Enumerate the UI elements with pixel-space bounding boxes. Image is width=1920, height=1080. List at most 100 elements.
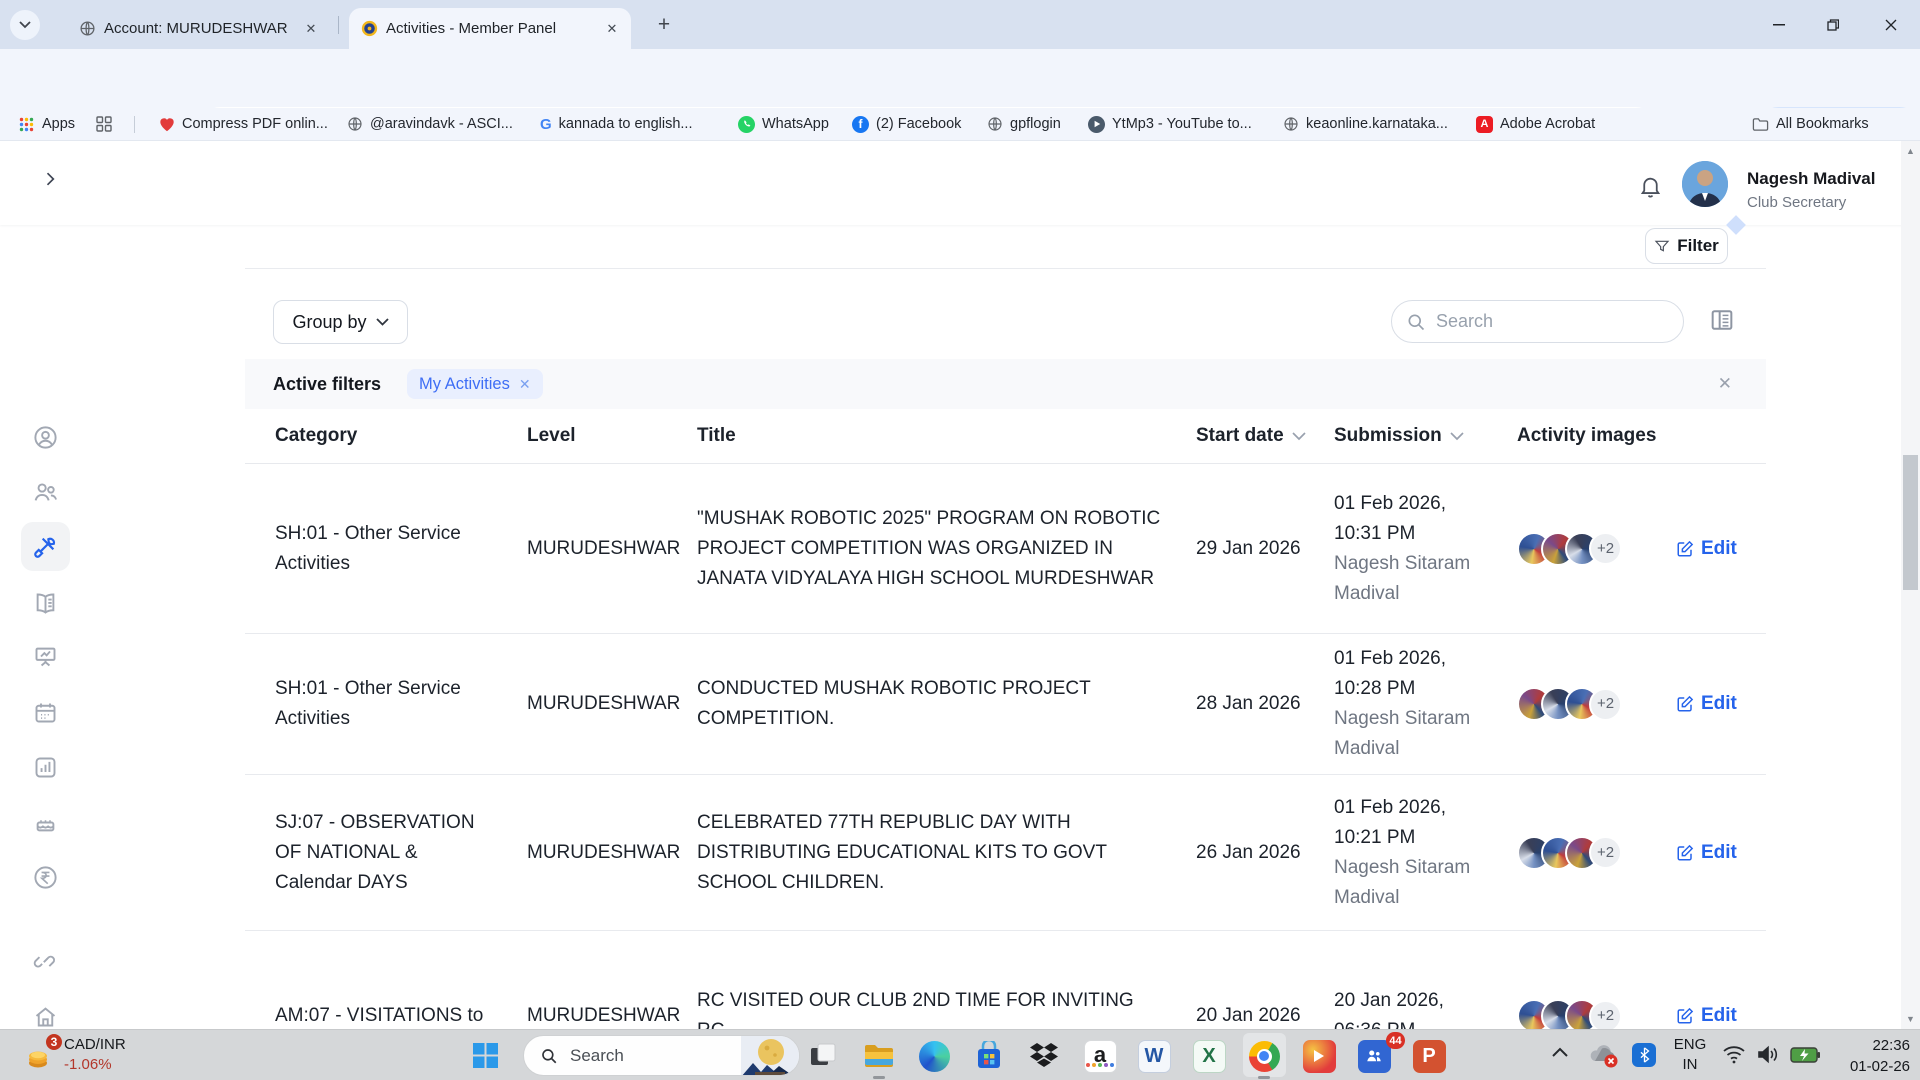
column-header-category[interactable]: Category	[275, 425, 527, 447]
wifi-icon[interactable]	[1722, 1045, 1746, 1064]
edge-icon[interactable]	[915, 1037, 953, 1075]
word-icon[interactable]: W	[1135, 1037, 1173, 1075]
cell-activity-images[interactable]: +2	[1517, 687, 1676, 721]
window-minimize-button[interactable]	[1756, 0, 1802, 49]
column-header-start-date[interactable]: Start date	[1196, 425, 1334, 447]
bookmark-item[interactable]: f (2) Facebook	[852, 108, 961, 140]
cell-activity-images[interactable]: +2	[1517, 999, 1676, 1029]
tab-close-icon[interactable]: ✕	[603, 20, 621, 38]
table-row[interactable]: SH:01 - Other Service Activities MURUDES…	[245, 634, 1766, 775]
cell-category: SJ:07 - OBSERVATION OF NATIONAL & Calend…	[275, 808, 510, 898]
filter-chip-my-activities[interactable]: My Activities ✕	[407, 369, 543, 399]
bookmark-apps[interactable]: Apps	[18, 108, 75, 140]
taskbar-search[interactable]	[523, 1035, 800, 1076]
widget-pair-label[interactable]: CAD/INR	[64, 1036, 126, 1053]
bookmark-item[interactable]: Compress PDF onlin...	[158, 108, 328, 140]
search-icon	[540, 1047, 558, 1065]
amazon-icon[interactable]: a	[1081, 1037, 1119, 1075]
browser-tab-account[interactable]: Account: MURUDESHWAR ✕	[67, 8, 330, 49]
volume-icon[interactable]	[1757, 1045, 1779, 1064]
window-maximize-button[interactable]	[1810, 0, 1856, 49]
more-images-badge[interactable]: +2	[1589, 532, 1622, 565]
clear-filters-close-icon[interactable]: ✕	[1718, 374, 1732, 394]
sidebar-item-directory[interactable]	[32, 590, 59, 617]
onedrive-sync-error-icon[interactable]	[1588, 1043, 1620, 1069]
edit-button[interactable]: Edit	[1676, 838, 1766, 868]
cell-activity-images[interactable]: +2	[1517, 532, 1676, 566]
page-scrollbar[interactable]: ▲ ▼	[1901, 141, 1920, 1029]
battery-icon[interactable]	[1790, 1047, 1820, 1063]
taskbar-search-input[interactable]	[570, 1046, 710, 1066]
dropbox-icon[interactable]	[1025, 1037, 1063, 1075]
sidebar-item-calendar[interactable]	[32, 699, 59, 726]
bookmark-item[interactable]: keaonline.karnataka...	[1282, 108, 1448, 140]
bookmark-item[interactable]: @aravindavk - ASCI...	[346, 108, 513, 140]
scrollbar-thumb[interactable]	[1903, 455, 1918, 590]
bluetooth-icon[interactable]	[1632, 1043, 1656, 1067]
sidebar-item-statistics[interactable]	[32, 754, 59, 781]
browser-tab-activities[interactable]: Activities - Member Panel ✕	[349, 8, 631, 49]
filter-button[interactable]: Filter	[1645, 228, 1728, 264]
chip-close-icon[interactable]: ✕	[519, 376, 531, 393]
task-view-icon[interactable]	[804, 1037, 842, 1075]
table-row[interactable]: AM:07 - VISITATIONS to MURUDESHWAR RC VI…	[245, 931, 1766, 1029]
sidebar-item-reports[interactable]	[32, 643, 59, 670]
bookmark-item[interactable]: G kannada to english...	[540, 108, 693, 140]
tab-search-button[interactable]	[10, 10, 40, 40]
user-avatar[interactable]	[1682, 161, 1728, 207]
media-app-icon[interactable]	[1300, 1037, 1338, 1075]
bookmark-item[interactable]: WhatsApp	[738, 108, 829, 140]
sidebar-item-dues[interactable]	[32, 864, 59, 891]
sidebar-item-links[interactable]	[32, 947, 59, 974]
windows-taskbar: 3 CAD/INR -1.06%	[0, 1029, 1920, 1080]
search-highlight-moon-image[interactable]	[741, 1036, 799, 1076]
excel-icon[interactable]: X	[1190, 1037, 1228, 1075]
tray-expand-icon[interactable]	[1552, 1047, 1568, 1057]
window-close-button[interactable]	[1868, 0, 1914, 49]
cell-category: AM:07 - VISITATIONS to	[275, 1001, 510, 1029]
edit-button[interactable]: Edit	[1676, 1001, 1766, 1029]
sidebar-item-profile[interactable]	[32, 424, 59, 451]
clock[interactable]: 22:36 01-02-26	[1840, 1035, 1910, 1077]
tab-close-icon[interactable]: ✕	[302, 20, 320, 38]
reading-list-icon[interactable]	[96, 108, 112, 140]
column-header-level[interactable]: Level	[527, 425, 697, 447]
table-row[interactable]: SH:01 - Other Service Activities MURUDES…	[245, 464, 1766, 634]
bookmark-label: kannada to english...	[559, 116, 693, 132]
column-header-submission[interactable]: Submission	[1334, 425, 1517, 447]
bookmark-label: Adobe Acrobat	[1500, 116, 1595, 132]
edit-button[interactable]: Edit	[1676, 689, 1766, 719]
group-by-button[interactable]: Group by	[273, 300, 408, 344]
language-indicator[interactable]: ENG IN	[1668, 1035, 1712, 1075]
column-header-title[interactable]: Title	[697, 425, 1196, 447]
scroll-down-icon[interactable]: ▼	[1901, 1014, 1920, 1024]
more-images-badge[interactable]: +2	[1589, 836, 1622, 869]
chrome-icon[interactable]	[1245, 1037, 1283, 1075]
bookmark-label: Compress PDF onlin...	[182, 116, 328, 132]
all-bookmarks-button[interactable]: All Bookmarks	[1752, 108, 1869, 140]
microsoft-store-icon[interactable]	[970, 1037, 1008, 1075]
bookmark-item[interactable]: A Adobe Acrobat	[1476, 108, 1595, 140]
table-search[interactable]	[1391, 300, 1684, 343]
bookmark-item[interactable]: gpflogin	[986, 108, 1061, 140]
bookmark-item[interactable]: YtMp3 - YouTube to...	[1088, 108, 1252, 140]
edit-button[interactable]: Edit	[1676, 534, 1766, 564]
sidebar-item-activities[interactable]	[32, 533, 59, 560]
more-images-badge[interactable]: +2	[1589, 1000, 1622, 1030]
active-filters-label: Active filters	[273, 374, 381, 395]
sidebar-expand-icon[interactable]	[40, 169, 60, 189]
file-explorer-icon[interactable]	[860, 1037, 898, 1075]
notifications-bell-icon[interactable]	[1638, 174, 1663, 199]
new-tab-button[interactable]: +	[650, 11, 678, 39]
sidebar-item-members[interactable]	[32, 479, 59, 506]
start-button[interactable]	[472, 1042, 499, 1069]
search-input[interactable]	[1436, 311, 1636, 332]
sidebar-item-birthdays[interactable]	[32, 809, 59, 836]
column-settings-icon[interactable]	[1708, 306, 1738, 336]
sidebar-item-home[interactable]	[32, 1003, 59, 1029]
powerpoint-icon[interactable]: P	[1410, 1037, 1448, 1075]
cell-activity-images[interactable]: +2	[1517, 836, 1676, 870]
table-row[interactable]: SJ:07 - OBSERVATION OF NATIONAL & Calend…	[245, 775, 1766, 931]
more-images-badge[interactable]: +2	[1589, 688, 1622, 721]
scroll-up-icon[interactable]: ▲	[1901, 146, 1920, 156]
